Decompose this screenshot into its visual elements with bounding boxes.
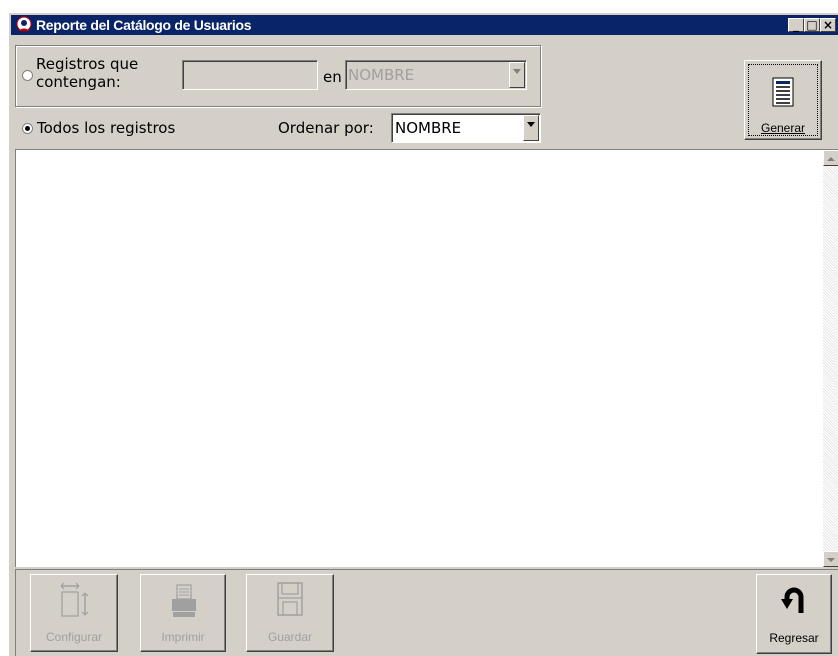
in-label: en	[323, 68, 342, 86]
configure-label: Configurar	[45, 630, 103, 644]
chevron-down-icon[interactable]	[523, 115, 539, 141]
chevron-up-icon	[827, 157, 835, 161]
u-turn-arrow-icon	[781, 587, 804, 613]
scroll-up-button[interactable]	[823, 150, 838, 166]
back-label: Regresar	[769, 631, 819, 645]
print-button[interactable]: Imprimir	[140, 574, 226, 652]
printer-icon	[172, 584, 196, 617]
floppy-disk-icon	[277, 582, 303, 616]
document-list-icon	[772, 77, 794, 107]
field-select[interactable]: NOMBRE	[345, 60, 527, 90]
radio-all[interactable]	[22, 123, 33, 134]
configure-button[interactable]: Configurar	[30, 574, 118, 652]
sort-label: Ordenar por:	[278, 119, 374, 137]
vertical-scrollbar[interactable]	[823, 150, 838, 567]
chevron-down-icon	[827, 558, 835, 562]
page-setup-icon	[60, 582, 89, 617]
save-label: Guardar	[267, 630, 313, 644]
maximize-button[interactable]: □	[804, 18, 820, 32]
close-button[interactable]: ×	[820, 18, 836, 32]
save-button[interactable]: Guardar	[246, 574, 334, 652]
chevron-down-icon[interactable]	[509, 62, 525, 88]
report-preview[interactable]	[15, 149, 838, 567]
sort-select[interactable]: NOMBRE	[391, 113, 541, 143]
minimize-button[interactable]: _	[788, 18, 804, 32]
report-window: Reporte del Catálogo de Usuarios _ □ × R…	[8, 12, 838, 656]
app-icon	[16, 16, 32, 32]
radio-all-label: Todos los registros	[37, 119, 176, 137]
title-bar[interactable]: Reporte del Catálogo de Usuarios _ □ ×	[11, 15, 838, 35]
search-input[interactable]	[182, 60, 318, 90]
window-title: Reporte del Catálogo de Usuarios	[36, 17, 252, 33]
generate-button[interactable]: Generar	[744, 60, 822, 140]
radio-contains-label: Registros que contengan:	[36, 55, 139, 91]
back-button[interactable]: Regresar	[756, 574, 832, 654]
print-label: Imprimir	[161, 630, 205, 644]
generate-label: Generar	[760, 121, 806, 135]
radio-contains[interactable]	[22, 70, 33, 81]
scroll-down-button[interactable]	[823, 551, 838, 567]
filter-groupbox: Registros que contengan: en NOMBRE	[15, 45, 541, 107]
bottom-toolbar: Configurar Imprimir Guardar Regresar	[15, 569, 838, 656]
